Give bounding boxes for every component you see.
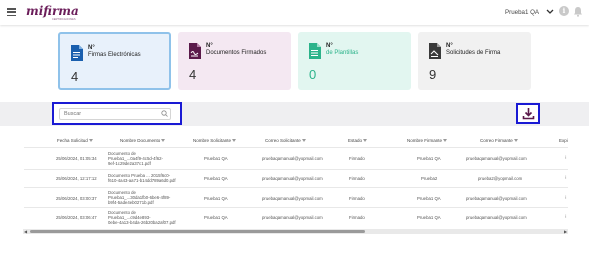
filter-icon[interactable] [443, 139, 448, 143]
cell-correo-firmante: pruebaqamanual@yopmail.com [466, 156, 527, 161]
cell-solicitante: Prueba1 QA [204, 156, 228, 161]
app-logo[interactable]: mifirma CERTIFICACIONES [25, 2, 81, 22]
card-number-label: N° [88, 45, 95, 51]
card-solicitudes-firma[interactable]: N° Solicitudes de Firma 9 [418, 32, 531, 90]
row-actions-icon[interactable]: ⁝ [565, 175, 567, 181]
filter-icon[interactable] [88, 139, 93, 143]
card-number-label: N° [206, 43, 213, 49]
table-divider [24, 169, 568, 170]
cell-documento[interactable]: Documento de Prueba1_...0a4f9-4c5d-4f62- 9… [108, 151, 163, 166]
cell-correo-solicitante: pruebaqamanual@yopmail.com [262, 176, 323, 181]
svg-text:CERTIFICACIONES: CERTIFICACIONES [52, 17, 76, 21]
cell-correo-solicitante: pruebaqamanual@yopmail.com [262, 215, 323, 220]
table-divider [24, 147, 568, 148]
cell-correo-firmante: pruebaqamanual@yopmail.com [466, 215, 527, 220]
card-firmas-electronicas[interactable]: N° Firmas Electrónicas 4 [58, 32, 171, 90]
cell-firmante: Prueba1 QA [417, 196, 441, 201]
top-bar: mifirma CERTIFICACIONES Prueba1 QA i [0, 0, 589, 25]
cell-documento[interactable]: Documento Prueba ... 2015f6c0- f610-4a43-… [108, 173, 176, 183]
cell-correo-firmante: prueba2@yopmail.com [478, 176, 523, 181]
column-header[interactable]: Correo Solicitante [265, 138, 306, 143]
cell-correo-solicitante: pruebaqamanual@yopmail.com [262, 156, 323, 161]
cell-estado: Firmado [349, 196, 365, 201]
cell-solicitante: Prueba1 QA [204, 176, 228, 181]
filter-icon[interactable] [513, 139, 518, 143]
svg-text:mifirma: mifirma [26, 4, 79, 18]
column-header[interactable]: Nombre Firmante [407, 138, 448, 143]
cell-correo-solicitante: pruebaqamanual@yopmail.com [262, 196, 323, 201]
filter-icon[interactable] [363, 139, 368, 143]
menu-icon[interactable] [7, 8, 16, 17]
table-divider [24, 187, 568, 188]
card-title: de Plantillas [326, 50, 359, 56]
card-title: Solicitudes de Firma [446, 50, 501, 56]
template-icon [309, 43, 321, 59]
card-number-label: N° [326, 43, 333, 49]
cell-firmante: Prueba1 QA [417, 215, 441, 220]
cell-documento[interactable]: Documento de Prueba1_...30da1fb0-6be6-4f8… [108, 190, 170, 205]
info-icon[interactable]: i [559, 6, 569, 16]
search-input[interactable] [59, 108, 171, 120]
column-header[interactable]: Expi [559, 138, 568, 143]
card-number-label: N° [446, 43, 453, 49]
column-header[interactable]: Nombre Documento [120, 138, 166, 143]
card-value: 4 [189, 67, 197, 82]
filter-icon[interactable] [232, 139, 237, 143]
horizontal-scrollbar[interactable]: ◀ ▶ [23, 229, 568, 234]
cell-fecha: 25/06/2024, 03:06:47 [56, 215, 97, 220]
column-header[interactable]: Nombre Solicitante [193, 138, 237, 143]
download-icon [522, 108, 535, 120]
cell-estado: Firmado [349, 156, 365, 161]
cell-estado: Firmado [349, 176, 365, 181]
column-header[interactable]: Correo Firmante [480, 138, 518, 143]
scrollbar-thumb[interactable] [30, 230, 365, 233]
cell-firmante: Prueba1 QA [417, 156, 441, 161]
filter-icon[interactable] [161, 139, 166, 143]
row-actions-icon[interactable]: ⁝ [565, 214, 567, 220]
cell-firmante: Prueba2 [421, 176, 438, 181]
row-actions-icon[interactable]: ⁝ [565, 155, 567, 161]
cell-fecha: 25/06/2024, 12:17:12 [56, 176, 97, 181]
document-icon [71, 45, 83, 61]
filter-icon[interactable] [301, 139, 306, 143]
search-icon[interactable] [161, 110, 168, 117]
cell-documento[interactable]: Documento de Prueba1_...c9d4e893- 0ebe-4a1… [108, 210, 176, 225]
table-divider [24, 207, 568, 208]
card-plantillas[interactable]: N° de Plantillas 0 [298, 32, 411, 90]
bell-icon[interactable] [573, 6, 583, 17]
card-value: 0 [309, 67, 317, 82]
cell-solicitante: Prueba1 QA [204, 215, 228, 220]
scroll-right-arrow-icon[interactable]: ▶ [563, 229, 568, 234]
card-title: Firmas Electrónicas [88, 52, 141, 58]
card-value: 9 [429, 67, 437, 82]
user-name[interactable]: Prueba1 QA [505, 9, 539, 16]
card-documentos-firmados[interactable]: N° Documentos Firmados 4 [178, 32, 291, 90]
chevron-down-icon[interactable] [546, 8, 554, 15]
scroll-left-arrow-icon[interactable]: ◀ [23, 229, 28, 234]
row-actions-icon[interactable]: ⁝ [565, 195, 567, 201]
signed-document-icon [189, 43, 201, 59]
cell-estado: Firmado [349, 215, 365, 220]
cell-solicitante: Prueba1 QA [204, 196, 228, 201]
search-box [52, 102, 182, 125]
cell-correo-firmante: pruebaqamanual@yopmail.com [466, 196, 527, 201]
card-title: Documentos Firmados [206, 50, 267, 56]
signature-request-icon [429, 43, 441, 59]
cell-fecha: 25/06/2024, 03:00:37 [56, 196, 97, 201]
column-header[interactable]: Estado [348, 138, 368, 143]
cell-fecha: 25/06/2024, 01:05:34 [56, 156, 97, 161]
download-button[interactable] [516, 103, 540, 124]
card-value: 4 [71, 69, 79, 84]
column-header[interactable]: Fecha Solicitud [57, 138, 93, 143]
